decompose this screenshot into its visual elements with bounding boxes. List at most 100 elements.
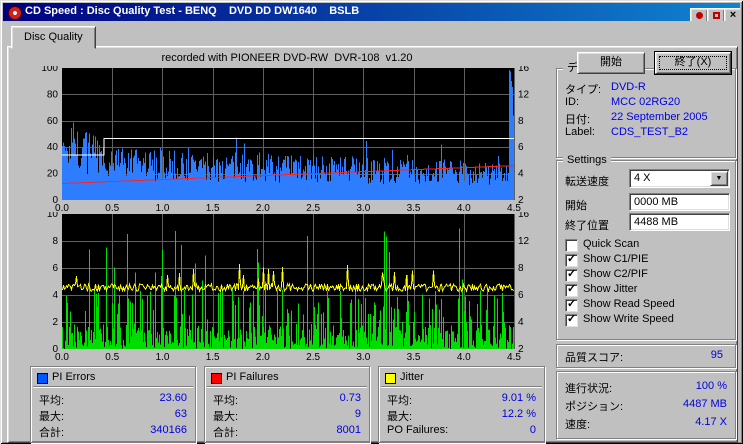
- speed-label: 転送速度: [565, 176, 609, 188]
- end-pos-input[interactable]: 4488 MB: [629, 213, 730, 231]
- start-pos-input[interactable]: 0000 MB: [629, 193, 730, 211]
- exit-button[interactable]: 終了(X): [655, 52, 731, 74]
- checkbox-show-read-speed[interactable]: Show Read Speed: [557, 297, 735, 313]
- svg-text:4.0: 4.0: [457, 352, 471, 363]
- chevron-down-icon[interactable]: [710, 171, 728, 186]
- graph-icon: [712, 12, 720, 19]
- legend-title: Jitter: [400, 371, 424, 383]
- po-failures-label: PO Failures:: [387, 424, 449, 436]
- checkbox-quick-scan[interactable]: Quick Scan: [557, 238, 735, 253]
- legend-pi-failures: PI Failures 平均: 0.73 最大: 9 合計: 8001: [204, 366, 370, 443]
- avg-value: 23.60: [159, 392, 187, 404]
- separator: [33, 386, 193, 388]
- jitter-swatch-icon: [385, 373, 396, 384]
- svg-text:16: 16: [518, 212, 530, 220]
- quality-score-panel: 品質スコア: 95: [556, 344, 736, 368]
- total-value: 8001: [336, 424, 361, 436]
- svg-text:6: 6: [518, 142, 524, 153]
- total-label: 合計:: [213, 427, 239, 439]
- start-pos-label: 開始: [565, 200, 587, 212]
- quality-score-value: 95: [710, 349, 723, 361]
- svg-text:4: 4: [518, 317, 524, 328]
- avg-label: 平均:: [213, 395, 239, 407]
- checkbox-label: Show C2/PIF: [583, 268, 648, 280]
- max-value: 9: [354, 408, 361, 420]
- bottom-chart: 10 168 126 84 62 40 20.0 0.5 1.0 1.5 2.0 2.5 3.0 3.5 4…: [47, 212, 530, 363]
- svg-text:3.5: 3.5: [407, 352, 421, 363]
- pi-errors-swatch-icon: [37, 373, 48, 384]
- speed-status-label: 速度:: [565, 419, 591, 431]
- quality-score-label: 品質スコア:: [565, 352, 624, 364]
- start-button[interactable]: 開始: [577, 52, 645, 74]
- disc-type-value: DVD-R: [611, 81, 646, 93]
- total-value: 340166: [150, 424, 187, 436]
- window-title: CD Speed : Disc Quality Test - BENQ DVD …: [25, 5, 360, 17]
- checkbox-box: [565, 239, 578, 252]
- progress-label: 進行状況:: [565, 383, 613, 395]
- close-icon: ×: [729, 9, 737, 21]
- svg-text:3.0: 3.0: [356, 352, 370, 363]
- pi-failures-swatch-icon: [211, 373, 222, 384]
- separator: [207, 386, 367, 388]
- disc-id-value: MCC 02RG20: [611, 96, 681, 108]
- checkbox-label: Show Read Speed: [583, 298, 675, 310]
- speed-value: 4 X: [634, 172, 651, 184]
- svg-text:2: 2: [52, 317, 58, 328]
- checkbox-label: Quick Scan: [583, 238, 640, 250]
- checkbox-show-c2-pif[interactable]: Show C2/PIF: [557, 267, 735, 283]
- checkbox-label: Show C1/PIE: [583, 253, 649, 265]
- max-label: 最大:: [39, 411, 65, 423]
- legend-title: PI Errors: [52, 371, 96, 383]
- svg-text:4: 4: [518, 169, 524, 180]
- svg-text:20: 20: [47, 169, 59, 180]
- titlebar: CD Speed : Disc Quality Test - BENQ DVD …: [3, 3, 740, 21]
- avg-label: 平均:: [387, 395, 413, 407]
- disc-id-label: ID:: [565, 96, 580, 108]
- tab-disc-quality[interactable]: Disc Quality: [11, 26, 96, 49]
- svg-text:8: 8: [518, 116, 524, 127]
- chart-annotation: recorded with PIONEER DVD-RW DVR-108 v1.…: [161, 52, 413, 64]
- checkbox-show-jitter[interactable]: Show Jitter: [557, 282, 735, 298]
- speed-select[interactable]: 4 X: [629, 169, 730, 188]
- svg-text:0.0: 0.0: [55, 352, 69, 363]
- checkbox-box: [565, 282, 578, 297]
- disc-label-label: Label:: [565, 126, 595, 138]
- disc-type-label: タイプ:: [565, 84, 602, 96]
- svg-text:0.5: 0.5: [105, 352, 119, 363]
- svg-text:100: 100: [41, 66, 58, 74]
- max-value: 12.2 %: [501, 408, 536, 420]
- end-pos-label: 終了位置: [565, 220, 609, 232]
- app-window: CD Speed : Disc Quality Test - BENQ DVD …: [0, 0, 743, 444]
- checkbox-label: Show Write Speed: [583, 313, 674, 325]
- checkbox-label: Show Jitter: [583, 283, 638, 295]
- svg-text:12: 12: [518, 236, 530, 247]
- top-chart: 100 1680 1260 840 620 40 20.0 0.5 1.0 1.5 2.0 2.5 3.…: [41, 66, 530, 214]
- svg-text:1.0: 1.0: [155, 352, 169, 363]
- legend-pi-errors: PI Errors 平均: 23.60 最大: 63 合計: 340166: [30, 366, 196, 443]
- svg-text:40: 40: [47, 142, 59, 153]
- checkbox-show-c1-pie[interactable]: Show C1/PIE: [557, 252, 735, 268]
- svg-text:2.5: 2.5: [306, 352, 320, 363]
- svg-text:80: 80: [47, 89, 59, 100]
- checkbox-show-write-speed[interactable]: Show Write Speed: [557, 312, 735, 328]
- titlebar-graph-icon-button[interactable]: [707, 8, 725, 21]
- progress-group: 進行状況: 100 % ポジション: 4487 MB 速度: 4.17 X: [556, 371, 736, 439]
- close-button[interactable]: ×: [724, 8, 740, 21]
- checkbox-box: [565, 267, 578, 282]
- separator: [381, 386, 542, 388]
- settings-group: Settings 転送速度 4 X 開始 0000 MB 終了位置 4488 M…: [556, 154, 736, 340]
- svg-text:12: 12: [518, 89, 530, 100]
- svg-text:8: 8: [52, 236, 58, 247]
- svg-text:8: 8: [518, 263, 524, 274]
- max-label: 最大:: [213, 411, 239, 423]
- legend-title: PI Failures: [226, 371, 279, 383]
- svg-text:4: 4: [52, 290, 58, 301]
- svg-text:1.5: 1.5: [206, 352, 220, 363]
- po-failures-value: 0: [529, 424, 536, 436]
- svg-text:6: 6: [52, 263, 58, 274]
- max-label: 最大:: [387, 411, 413, 423]
- disc-date-value: 22 September 2005: [611, 111, 708, 123]
- svg-text:4.5: 4.5: [507, 352, 521, 363]
- titlebar-disc-icon-button[interactable]: [690, 8, 708, 21]
- svg-text:16: 16: [518, 66, 530, 74]
